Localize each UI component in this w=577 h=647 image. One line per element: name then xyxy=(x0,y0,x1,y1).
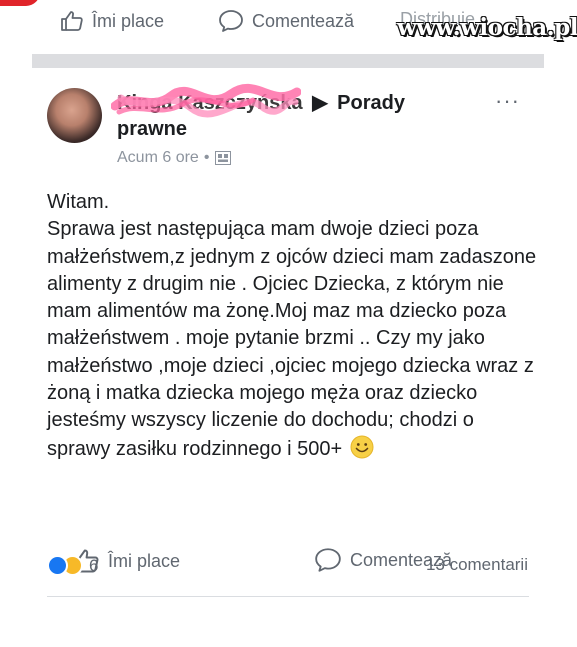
meta-separator: • xyxy=(203,149,210,166)
post-timestamp[interactable]: Acum 6 ore xyxy=(117,149,199,167)
previous-comment-label: Comentează xyxy=(252,10,355,31)
action-divider xyxy=(47,596,529,597)
previous-like-label: Îmi place xyxy=(92,10,165,31)
post-meta: Acum 6 ore • xyxy=(117,149,232,167)
like-reaction-icon xyxy=(47,555,68,576)
post-header-title: Kinga Kaszczyńska ▶ Porady prawne xyxy=(111,83,447,142)
author-avatar[interactable] xyxy=(47,88,102,143)
group-audience-icon xyxy=(215,151,232,165)
previous-like-button[interactable]: Îmi place xyxy=(60,9,164,33)
like-button[interactable]: Îmi place xyxy=(72,547,180,575)
thumbs-up-icon xyxy=(61,11,83,31)
more-options-button[interactable]: ··· xyxy=(495,88,520,114)
author-name[interactable]: Kinga Kaszczyńska xyxy=(111,83,303,118)
previous-post-action-bar: Îmi place Comentează Distribuie www.wioc… xyxy=(0,0,577,46)
previous-comment-button[interactable]: Comentează xyxy=(218,9,354,33)
like-label: Îmi place xyxy=(108,550,181,571)
post-body-text: Witam. Sprawa jest następująca mam dwoje… xyxy=(47,191,537,460)
comment-button[interactable]: Comentează xyxy=(314,547,452,573)
comment-bubble-icon xyxy=(315,548,341,572)
smile-emoji-icon xyxy=(350,435,374,459)
comment-label: Comentează xyxy=(350,549,453,570)
feed-separator-bar xyxy=(32,54,544,68)
notification-badge-fragment xyxy=(0,0,40,6)
post-body: Witam. Sprawa jest następująca mam dwoje… xyxy=(47,189,537,463)
comment-bubble-icon xyxy=(219,10,243,32)
shared-to-arrow-icon: ▶ xyxy=(312,92,328,114)
watermark-logo: www.wiocha.pl xyxy=(397,14,577,41)
pink-scribble-redaction xyxy=(111,83,301,118)
